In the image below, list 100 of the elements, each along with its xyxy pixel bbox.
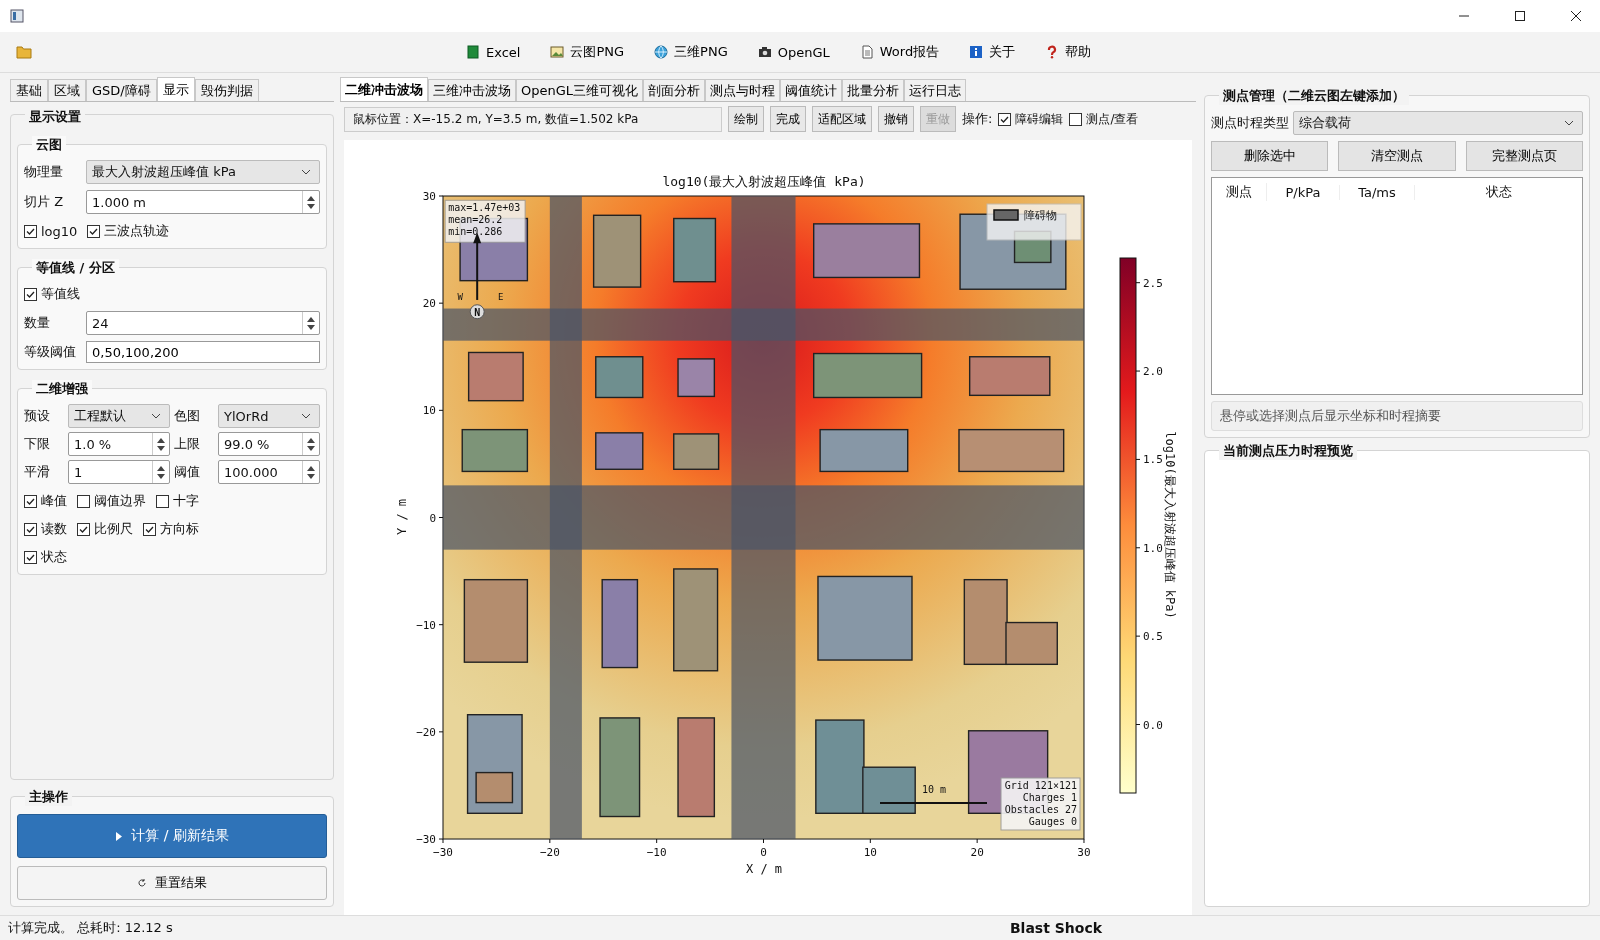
checkbox[interactable]	[1069, 112, 1083, 126]
maximize-icon[interactable]	[1514, 10, 1526, 22]
toolbar-button[interactable]: Excel	[456, 40, 531, 64]
tab[interactable]: OpenGL三维可视化	[516, 79, 644, 101]
toolbar-button[interactable]: 关于	[959, 39, 1026, 65]
legend-swatch	[993, 209, 1019, 221]
checkbox-label[interactable]: 方向标	[160, 520, 199, 538]
tab[interactable]: GSD/障碍	[86, 79, 157, 101]
spinbox[interactable]: 99.0 %	[218, 432, 320, 456]
toolbar-button[interactable]: Word报告	[849, 39, 950, 65]
stats-text: max=1.47e+03	[448, 202, 521, 214]
checkbox-label[interactable]: 状态	[41, 548, 67, 566]
spinbox[interactable]: 100.000	[218, 460, 320, 484]
checkbox[interactable]	[143, 522, 156, 536]
column-header[interactable]: P/kPa	[1267, 184, 1340, 200]
checkbox-label[interactable]: 峰值	[41, 492, 67, 510]
tab[interactable]: 显示	[156, 77, 195, 101]
colorbar-tick-label: 2.5	[1143, 276, 1163, 290]
checkbox-label[interactable]: 阈值边界	[94, 492, 146, 510]
checkbox[interactable]	[24, 550, 37, 564]
checkbox[interactable]	[77, 494, 90, 508]
tab[interactable]: 运行日志	[904, 79, 967, 101]
toolbar-button[interactable]: OpenGL	[747, 40, 840, 64]
checkbox[interactable]	[77, 522, 90, 536]
tab[interactable]: 测点与时程	[705, 79, 781, 101]
checkbox-label[interactable]: 障碍编辑	[1015, 110, 1064, 128]
checkbox[interactable]	[87, 224, 101, 238]
quantity-dropdown[interactable]: 最大入射波超压峰值 kPa	[86, 160, 320, 184]
up-arrow-icon[interactable]	[157, 465, 165, 471]
field-label: 色图	[174, 407, 201, 425]
toolbar-button[interactable]: 云图PNG	[540, 39, 635, 65]
count-spinbox[interactable]: 24	[86, 311, 320, 335]
checkbox[interactable]	[24, 287, 37, 301]
plot-title: log10(最大入射波超压峰值 kPa)	[662, 174, 866, 189]
spreadsheet-icon	[466, 45, 480, 59]
tool-button[interactable]: 撤销	[878, 106, 914, 132]
column-header[interactable]: 测点	[1212, 183, 1267, 201]
tab[interactable]: 批量分析	[842, 79, 905, 101]
checkbox-label[interactable]: log10	[41, 223, 78, 239]
tab[interactable]: 三维冲击波场	[428, 79, 516, 101]
checkbox-label[interactable]: 读数	[41, 520, 67, 538]
column-header[interactable]: Ta/ms	[1340, 184, 1415, 200]
colorbar-tick-label: 2.0	[1143, 365, 1163, 379]
checkbox-label[interactable]: 三波点轨迹	[104, 222, 170, 240]
camera-icon	[757, 45, 772, 59]
down-arrow-icon[interactable]	[307, 324, 315, 330]
field-label: 上限	[174, 435, 201, 453]
checkbox[interactable]	[24, 522, 37, 536]
tool-button[interactable]: 绘制	[728, 106, 764, 132]
tab[interactable]: 区域	[48, 79, 86, 101]
gauge-button[interactable]: 完整测点页	[1465, 141, 1583, 171]
up-arrow-icon[interactable]	[157, 437, 165, 443]
tab[interactable]: 毁伤判据	[194, 79, 259, 101]
up-arrow-icon[interactable]	[307, 437, 315, 443]
levels-input[interactable]: 0,50,100,200	[86, 341, 320, 363]
down-arrow-icon[interactable]	[307, 203, 315, 209]
slice-spinbox[interactable]: 1.000 m	[86, 190, 320, 214]
folder-icon[interactable]	[16, 45, 32, 59]
tab[interactable]: 阈值统计	[780, 79, 843, 101]
dropdown[interactable]: 工程默认	[68, 404, 170, 428]
obstacle	[673, 433, 720, 470]
checkbox[interactable]	[24, 494, 37, 508]
obstacle	[467, 351, 524, 402]
close-icon[interactable]	[1570, 10, 1582, 22]
axis-tick-label: −20	[539, 846, 560, 859]
tool-button[interactable]: 适配区域	[812, 106, 872, 132]
dropdown[interactable]: YlOrRd	[218, 404, 320, 428]
compute-button[interactable]: 计算 / 刷新结果	[17, 814, 327, 858]
checkbox[interactable]	[998, 112, 1012, 126]
checkbox[interactable]	[156, 494, 169, 508]
checkbox-label[interactable]: 等值线	[41, 285, 80, 303]
up-arrow-icon[interactable]	[307, 465, 315, 471]
up-arrow-icon[interactable]	[307, 195, 315, 201]
toolbar-button[interactable]: 帮助	[1035, 39, 1102, 65]
type-dropdown[interactable]: 综合载荷	[1293, 111, 1583, 135]
up-arrow-icon[interactable]	[307, 316, 315, 322]
tab[interactable]: 二维冲击波场	[340, 77, 428, 101]
tool-button[interactable]: 完成	[770, 106, 806, 132]
checkbox[interactable]	[24, 224, 37, 238]
refresh-icon	[137, 878, 147, 888]
obstacle	[673, 217, 717, 283]
checkbox-label[interactable]: 比例尺	[94, 520, 133, 538]
down-arrow-icon[interactable]	[157, 445, 165, 451]
tab[interactable]: 基础	[10, 79, 48, 101]
column-header[interactable]: 状态	[1415, 183, 1582, 201]
toolbar-button[interactable]: 三维PNG	[644, 39, 738, 65]
field-label: 切片 Z	[24, 193, 65, 211]
gauge-button[interactable]: 清空测点	[1338, 141, 1456, 171]
down-arrow-icon[interactable]	[307, 445, 315, 451]
group-title: 显示设置	[25, 108, 85, 126]
down-arrow-icon[interactable]	[157, 473, 165, 479]
checkbox-label[interactable]: 十字	[173, 492, 199, 510]
tab[interactable]: 剖面分析	[643, 79, 706, 101]
axis-tick-label: −10	[646, 846, 667, 859]
down-arrow-icon[interactable]	[307, 473, 315, 479]
spinbox[interactable]: 1.0 %	[68, 432, 170, 456]
spinbox[interactable]: 1	[68, 460, 170, 484]
reset-button[interactable]: 重置结果	[17, 866, 327, 900]
checkbox-label[interactable]: 测点/查看	[1086, 110, 1139, 128]
gauge-button[interactable]: 删除选中	[1211, 141, 1329, 171]
